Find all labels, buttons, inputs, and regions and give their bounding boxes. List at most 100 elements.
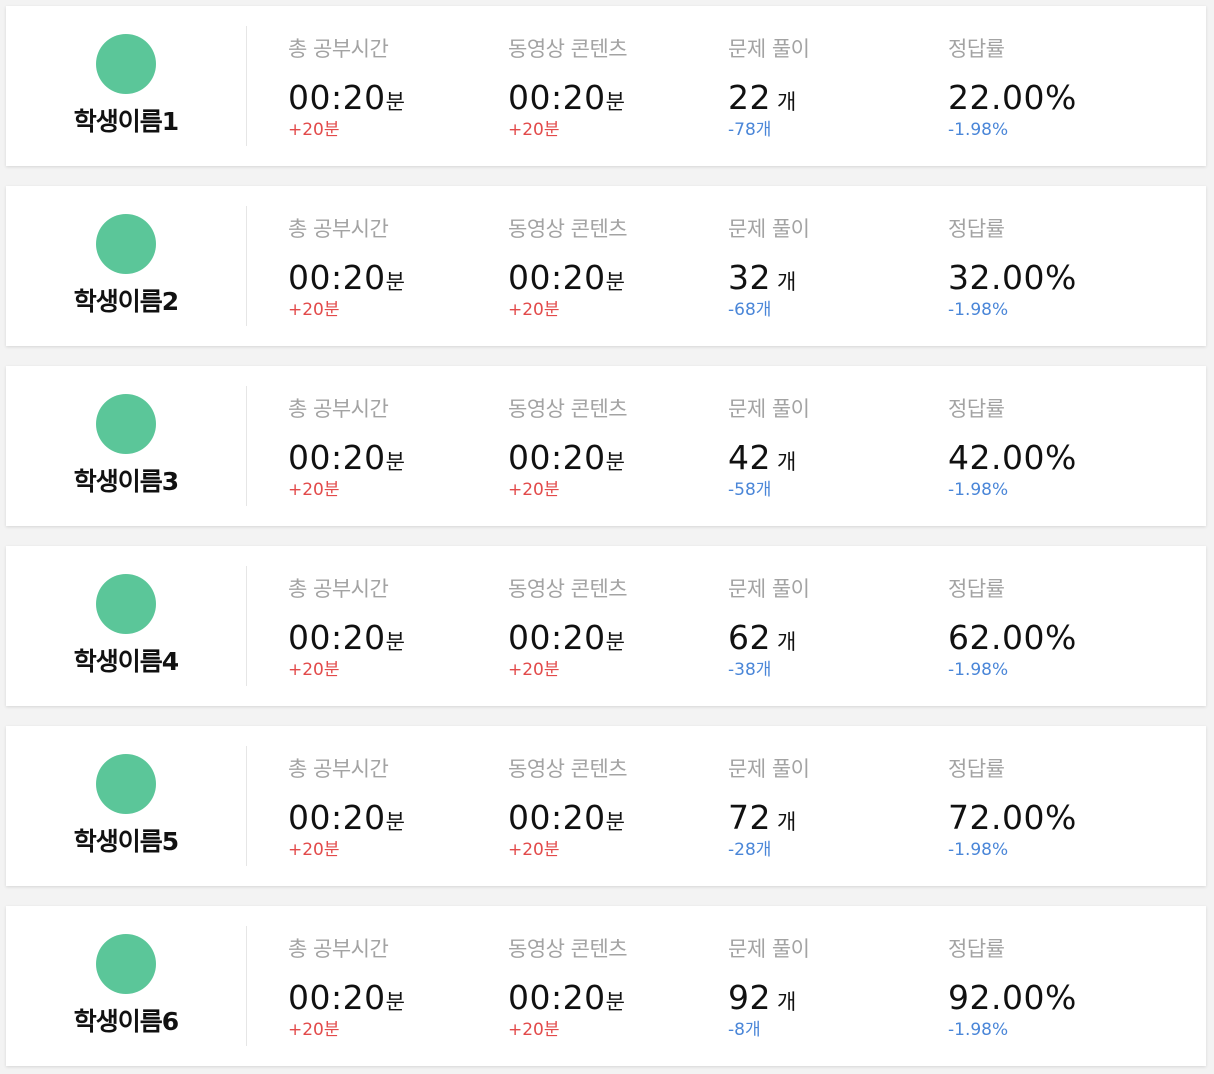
stat-delta: +20분 [508, 660, 560, 680]
stat-value: 62 [728, 618, 771, 657]
student-card[interactable]: 학생이름6 총 공부시간 00:20분 +20분 동영상 콘텐츠 00:20분 … [6, 906, 1206, 1066]
stat-unit: 분 [385, 450, 405, 474]
stat-unit: 개 [777, 90, 797, 114]
stat-delta: -58개 [728, 480, 772, 500]
stat-label: 총 공부시간 [288, 577, 389, 601]
stat-value-row: 00:20분 [288, 618, 405, 664]
stat-label: 문제 풀이 [728, 577, 810, 601]
stat-value-row: 00:20분 [288, 78, 405, 124]
stat-value: 00:20 [508, 618, 606, 657]
stat-value: 00:20 [288, 618, 386, 657]
stat-value-row: 00:20분 [288, 438, 405, 484]
stat-value: 32 [728, 258, 771, 297]
avatar [96, 934, 156, 994]
student-profile: 학생이름4 [6, 546, 246, 706]
stat-value-row: 00:20분 [288, 798, 405, 844]
stat-delta: -68개 [728, 300, 772, 320]
student-name: 학생이름1 [73, 107, 179, 136]
avatar [96, 754, 156, 814]
stat-value: 42.00% [948, 438, 1077, 477]
stat-label: 총 공부시간 [288, 217, 389, 241]
stat-label: 총 공부시간 [288, 757, 389, 781]
stat-delta: -8개 [728, 1020, 761, 1040]
stat-label: 정답률 [948, 217, 1005, 241]
stat-label: 총 공부시간 [288, 37, 389, 61]
stat-value: 72.00% [948, 798, 1077, 837]
student-name: 학생이름3 [73, 467, 179, 496]
stat-label: 정답률 [948, 37, 1005, 61]
stat-value: 00:20 [288, 258, 386, 297]
stat-unit: 개 [777, 990, 797, 1014]
stat-value-row: 00:20분 [508, 618, 625, 664]
student-card[interactable]: 학생이름4 총 공부시간 00:20분 +20분 동영상 콘텐츠 00:20분 … [6, 546, 1206, 706]
stat-value-row: 00:20분 [508, 438, 625, 484]
stat-label: 문제 풀이 [728, 37, 810, 61]
stat-delta: -1.98% [948, 840, 1009, 860]
stat-value: 92 [728, 978, 771, 1017]
stat-value-row: 22 개 [728, 78, 796, 124]
avatar [96, 214, 156, 274]
student-profile: 학생이름2 [6, 186, 246, 346]
stat-delta: +20분 [288, 1020, 340, 1040]
stat-label: 동영상 콘텐츠 [508, 757, 628, 781]
stat-label: 동영상 콘텐츠 [508, 37, 628, 61]
stat-label: 문제 풀이 [728, 397, 810, 421]
stat-unit: 분 [385, 270, 405, 294]
stat-value-row: 00:20분 [508, 78, 625, 124]
stat-unit: 분 [385, 990, 405, 1014]
stat-value-row: 00:20분 [508, 258, 625, 304]
student-profile: 학생이름6 [6, 906, 246, 1066]
stat-unit: 분 [605, 810, 625, 834]
student-name: 학생이름4 [73, 647, 179, 676]
stat-delta: -1.98% [948, 480, 1009, 500]
stat-value-row: 00:20분 [508, 978, 625, 1024]
stat-value: 00:20 [288, 798, 386, 837]
stat-delta: +20분 [508, 120, 560, 140]
stat-value-row: 62.00% [948, 618, 1077, 664]
stat-unit: 개 [777, 270, 797, 294]
stat-unit: 분 [605, 630, 625, 654]
stat-unit: 분 [605, 450, 625, 474]
stat-delta: -1.98% [948, 660, 1009, 680]
stat-value-row: 62 개 [728, 618, 796, 664]
stat-value: 92.00% [948, 978, 1077, 1017]
avatar [96, 394, 156, 454]
stat-value-row: 92 개 [728, 978, 796, 1024]
stat-unit: 분 [605, 90, 625, 114]
divider [246, 26, 247, 146]
stat-value: 42 [728, 438, 771, 477]
stat-value-row: 22.00% [948, 78, 1077, 124]
divider [246, 926, 247, 1046]
stat-value-row: 42.00% [948, 438, 1077, 484]
student-card[interactable]: 학생이름2 총 공부시간 00:20분 +20분 동영상 콘텐츠 00:20분 … [6, 186, 1206, 346]
stat-delta: -1.98% [948, 1020, 1009, 1040]
stat-delta: -38개 [728, 660, 772, 680]
stat-value: 00:20 [508, 438, 606, 477]
stat-value: 00:20 [288, 438, 386, 477]
stat-value: 22.00% [948, 78, 1077, 117]
stat-label: 정답률 [948, 757, 1005, 781]
student-card[interactable]: 학생이름5 총 공부시간 00:20분 +20분 동영상 콘텐츠 00:20분 … [6, 726, 1206, 886]
stat-value: 00:20 [288, 78, 386, 117]
stat-label: 동영상 콘텐츠 [508, 937, 628, 961]
stat-label: 총 공부시간 [288, 937, 389, 961]
student-card[interactable]: 학생이름3 총 공부시간 00:20분 +20분 동영상 콘텐츠 00:20분 … [6, 366, 1206, 526]
stat-label: 정답률 [948, 937, 1005, 961]
student-profile: 학생이름3 [6, 366, 246, 526]
stat-value: 00:20 [508, 978, 606, 1017]
stat-value-row: 72 개 [728, 798, 796, 844]
stat-label: 동영상 콘텐츠 [508, 217, 628, 241]
stat-delta: +20분 [288, 480, 340, 500]
stat-label: 문제 풀이 [728, 217, 810, 241]
stat-delta: +20분 [288, 840, 340, 860]
stat-value-row: 32.00% [948, 258, 1077, 304]
stat-value-row: 42 개 [728, 438, 796, 484]
student-card[interactable]: 학생이름1 총 공부시간 00:20분 +20분 동영상 콘텐츠 00:20분 … [6, 6, 1206, 166]
stat-unit: 분 [385, 630, 405, 654]
avatar [96, 574, 156, 634]
avatar [96, 34, 156, 94]
stat-value-row: 00:20분 [288, 978, 405, 1024]
divider [246, 386, 247, 506]
stat-unit: 개 [777, 630, 797, 654]
student-profile: 학생이름1 [6, 6, 246, 166]
